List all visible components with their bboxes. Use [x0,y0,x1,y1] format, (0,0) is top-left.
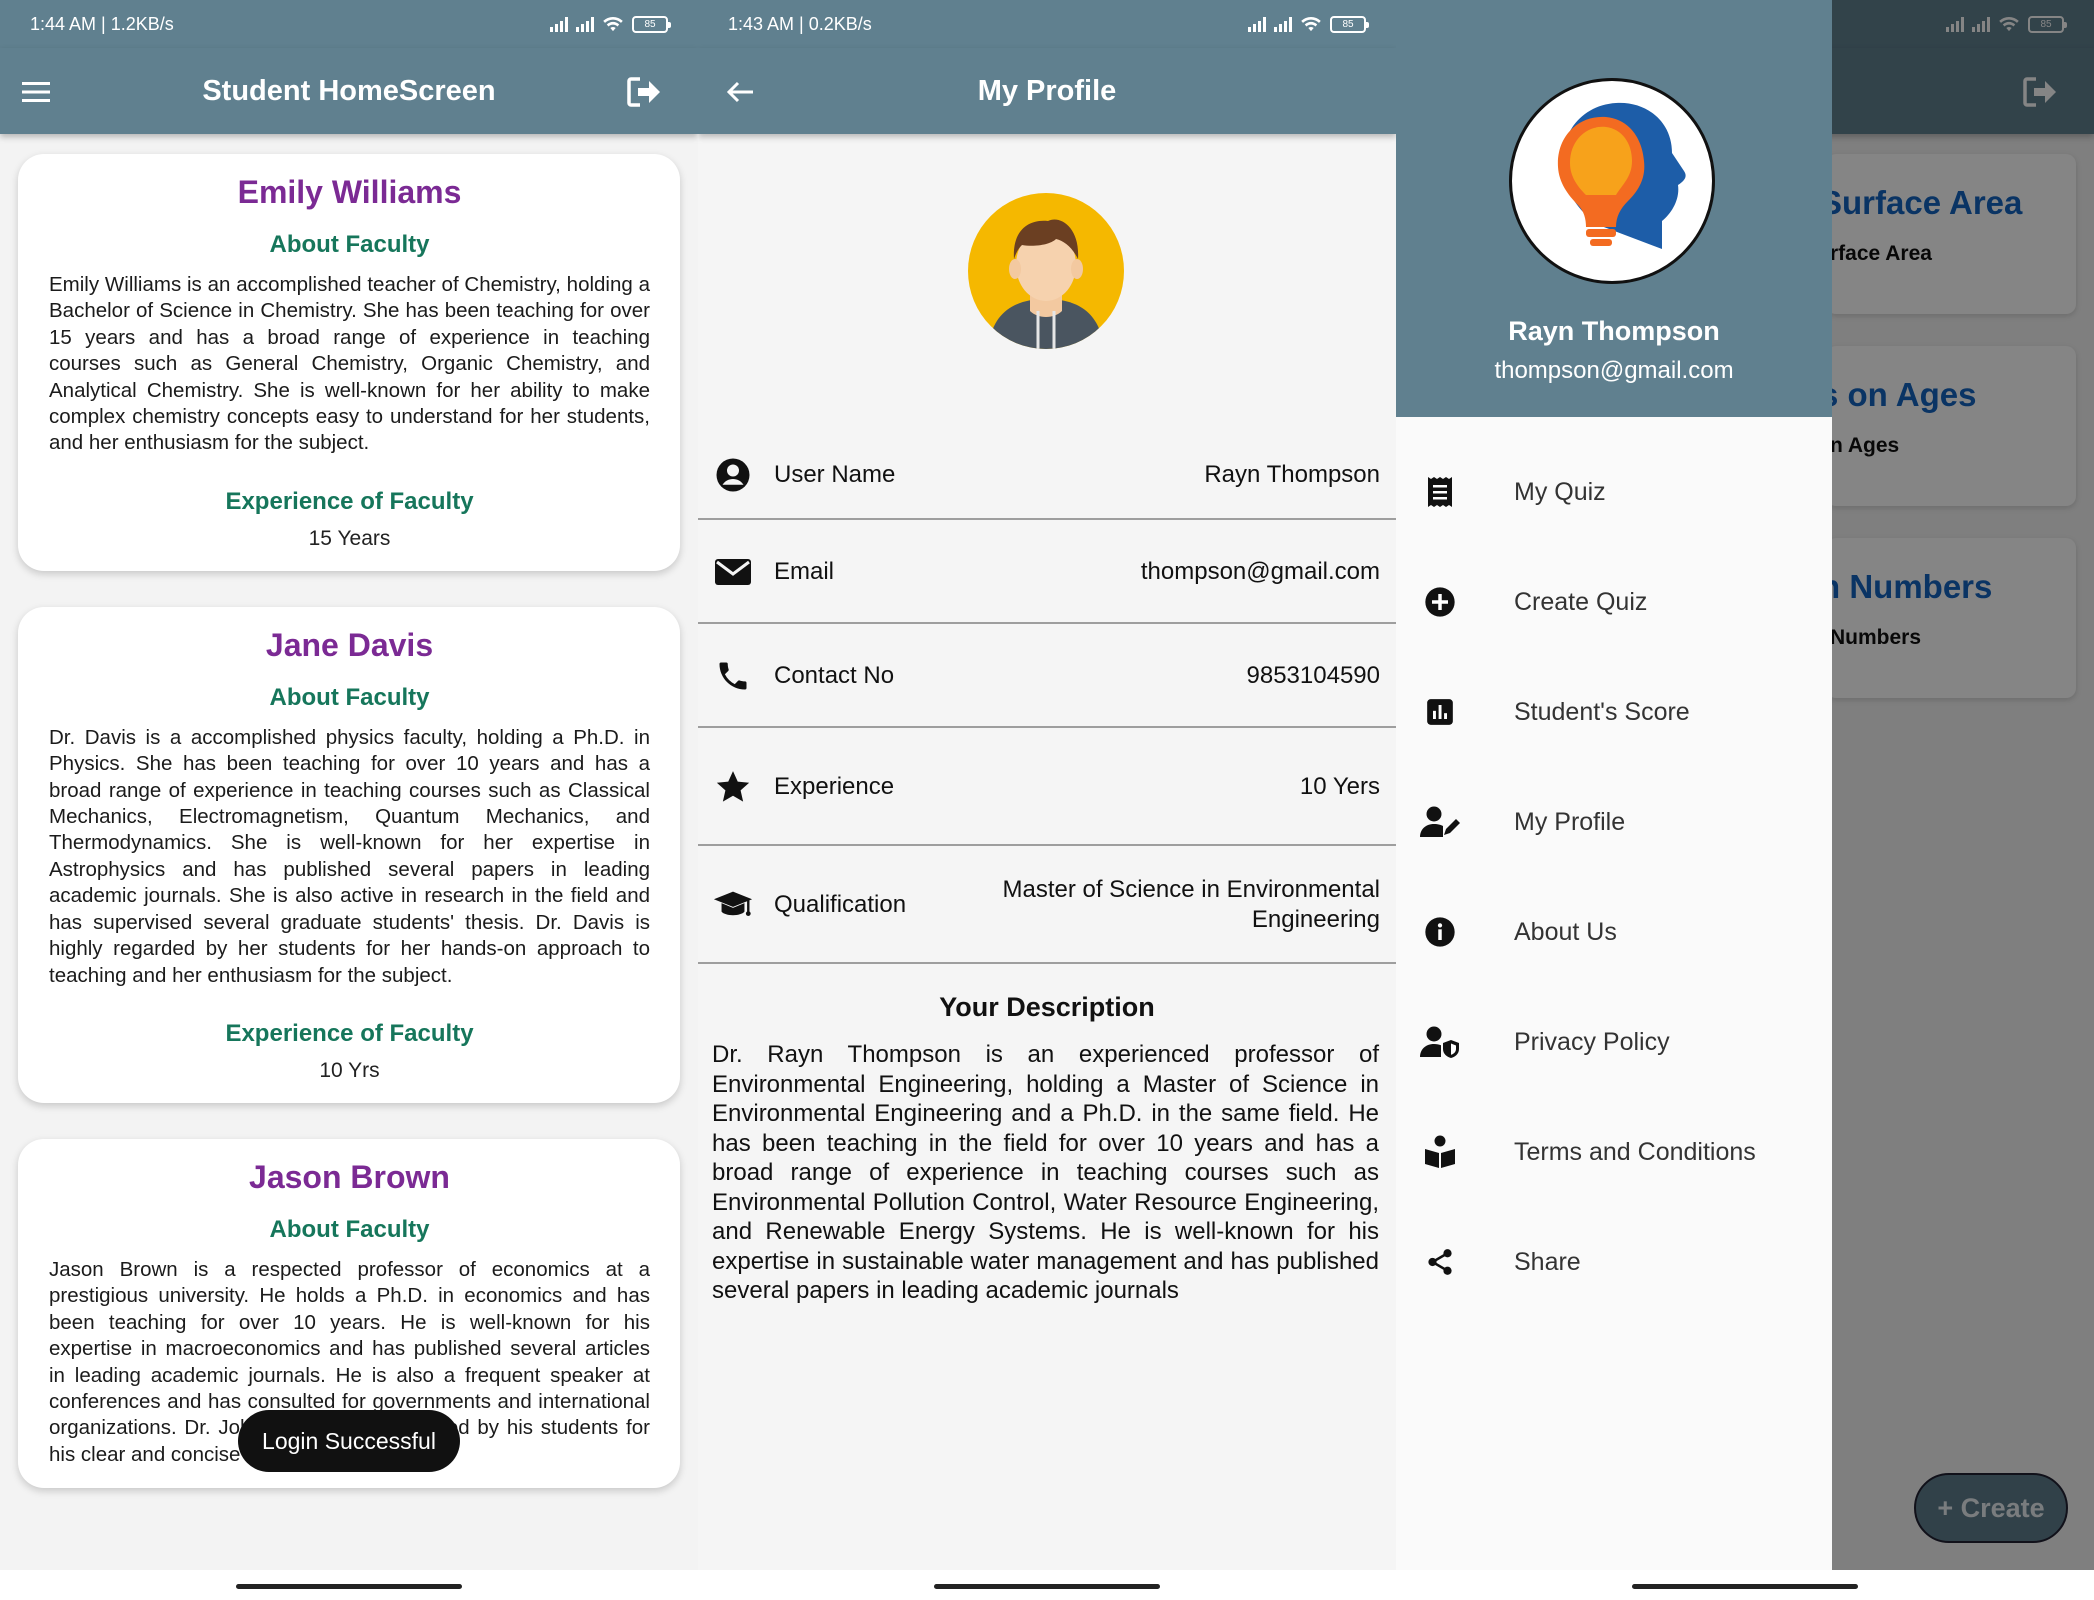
row-value: Master of Science in Environmental Engin… [1002,876,1380,933]
status-time-speed: 1:43 AM | 0.2KB/s [728,13,872,34]
menu-item-terms[interactable]: Terms and Conditions [1396,1112,1832,1192]
menu-item-label: Share [1514,1247,1581,1276]
menu-item-about-us[interactable]: About Us [1396,892,1832,972]
status-bar: 1:44 AM | 1.2KB/s 85 [0,0,698,48]
faculty-card[interactable]: Jane Davis About Faculty Dr. Davis is a … [18,606,680,1103]
person-shield-icon [1420,1022,1460,1062]
faculty-name: Jason Brown [249,1158,450,1195]
status-time-speed: 1:44 AM | 1.2KB/s [30,13,174,34]
wifi-icon [1301,16,1321,32]
about-faculty-heading: About Faculty [269,683,430,711]
gesture-bar [1396,1570,2094,1600]
signal-icon [1274,16,1292,32]
faculty-list[interactable]: Emily Williams About Faculty Emily Willi… [0,134,698,1570]
about-faculty-heading: About Faculty [269,231,430,258]
receipt-icon [1420,472,1460,512]
description-title: Your Description [939,992,1155,1022]
back-arrow-icon[interactable] [718,70,762,114]
profile-row-email: Email thompson@gmail.com [698,522,1396,624]
status-bar: 1:43 AM | 0.2KB/s 85 [698,0,1396,48]
signal-icon [576,16,594,32]
app-bar: Student HomeScreen [0,48,698,134]
experience-value: 10 Yrs [319,1058,380,1082]
my-profile-panel: 1:43 AM | 0.2KB/s 85 My Profile User Nam… [698,0,1396,1600]
menu-item-label: Create Quiz [1514,587,1648,616]
experience-value: 15 Years [308,526,391,550]
wifi-icon [603,16,623,32]
battery-icon: 85 [632,15,671,33]
faculty-name: Emily Williams [237,174,462,210]
about-faculty-text: Dr. Davis is a accomplished physics facu… [49,725,650,987]
navigation-drawer-panel: 1:43 AM | 5.0KB/s 85 Surface Area rface … [1396,0,2094,1600]
drawer-user-email: thompson@gmail.com [1494,357,1734,384]
menu-icon[interactable] [14,70,58,114]
logout-icon[interactable] [622,70,666,114]
row-label: Email [774,558,835,585]
profile-avatar [968,193,1124,349]
info-icon [1420,912,1460,952]
experience-heading: Experience of Faculty [225,1019,474,1047]
person-edit-icon [1420,802,1460,842]
profile-row-qualification: Qualification Master of Science in Envir… [698,848,1396,964]
experience-heading: Experience of Faculty [225,487,474,515]
description-text: Dr. Rayn Thompson is an experienced prof… [712,1041,1379,1304]
row-label: User Name [774,461,896,488]
row-value: Rayn Thompson [1204,461,1380,488]
menu-item-create-quiz[interactable]: Create Quiz [1396,562,1832,642]
gesture-bar [698,1570,1396,1600]
row-label: Qualification [774,891,907,918]
about-faculty-heading: About Faculty [269,1215,430,1243]
battery-icon: 85 [1330,15,1369,33]
app-bar: My Profile [698,48,1396,134]
menu-item-label: My Quiz [1514,477,1606,506]
menu-item-label: About Us [1514,917,1617,946]
menu-item-my-profile[interactable]: My Profile [1396,782,1832,862]
row-label: Contact No [774,662,895,689]
menu-item-privacy-policy[interactable]: Privacy Policy [1396,1002,1832,1082]
row-value: 10 Yers [1299,773,1380,800]
gesture-bar [0,1570,698,1600]
row-label: Experience [774,773,895,800]
profile-row-experience: Experience 10 Yers [698,730,1396,846]
bar-chart-icon [1420,692,1460,732]
about-faculty-text: Emily Williams is an accomplished teache… [49,273,650,455]
graduation-cap-icon [712,884,754,926]
row-value: 9853104590 [1246,662,1380,689]
navigation-drawer: Rayn Thompson thompson@gmail.com My Quiz… [1396,0,1832,1570]
home-indicator[interactable] [934,1584,1160,1589]
signal-icon [1248,16,1266,32]
drawer-user-name: Rayn Thompson [1508,316,1720,346]
star-icon [712,766,754,808]
faculty-card[interactable]: Emily Williams About Faculty Emily Willi… [18,154,680,571]
add-circle-icon [1420,582,1460,622]
faculty-name: Jane Davis [265,626,434,663]
share-icon [1420,1242,1460,1282]
phone-icon [712,655,754,697]
signal-icon [550,16,568,32]
drawer-header: Rayn Thompson thompson@gmail.com [1396,0,1832,417]
login-toast: Login Successful [238,1410,460,1472]
page-title: My Profile [977,74,1117,107]
menu-item-label: Terms and Conditions [1514,1137,1756,1166]
app-logo-icon [1509,78,1715,284]
row-value: thompson@gmail.com [1140,558,1380,585]
book-reader-icon [1420,1132,1460,1172]
student-homescreen-panel: 1:44 AM | 1.2KB/s 85 Student HomeScreen … [0,0,698,1600]
account-circle-icon [712,454,754,496]
menu-item-label: My Profile [1514,807,1626,836]
page-title: Student HomeScreen [202,74,496,107]
menu-item-label: Privacy Policy [1514,1027,1670,1056]
profile-row-username: User Name Rayn Thompson [698,432,1396,520]
home-indicator[interactable] [236,1584,462,1589]
menu-item-my-quiz[interactable]: My Quiz [1396,452,1832,532]
menu-item-label: Student's Score [1514,697,1690,726]
home-indicator[interactable] [1632,1584,1858,1589]
profile-row-contact: Contact No 9853104590 [698,626,1396,728]
mail-icon [712,551,754,593]
menu-item-share[interactable]: Share [1396,1222,1832,1302]
menu-item-students-score[interactable]: Student's Score [1396,672,1832,752]
